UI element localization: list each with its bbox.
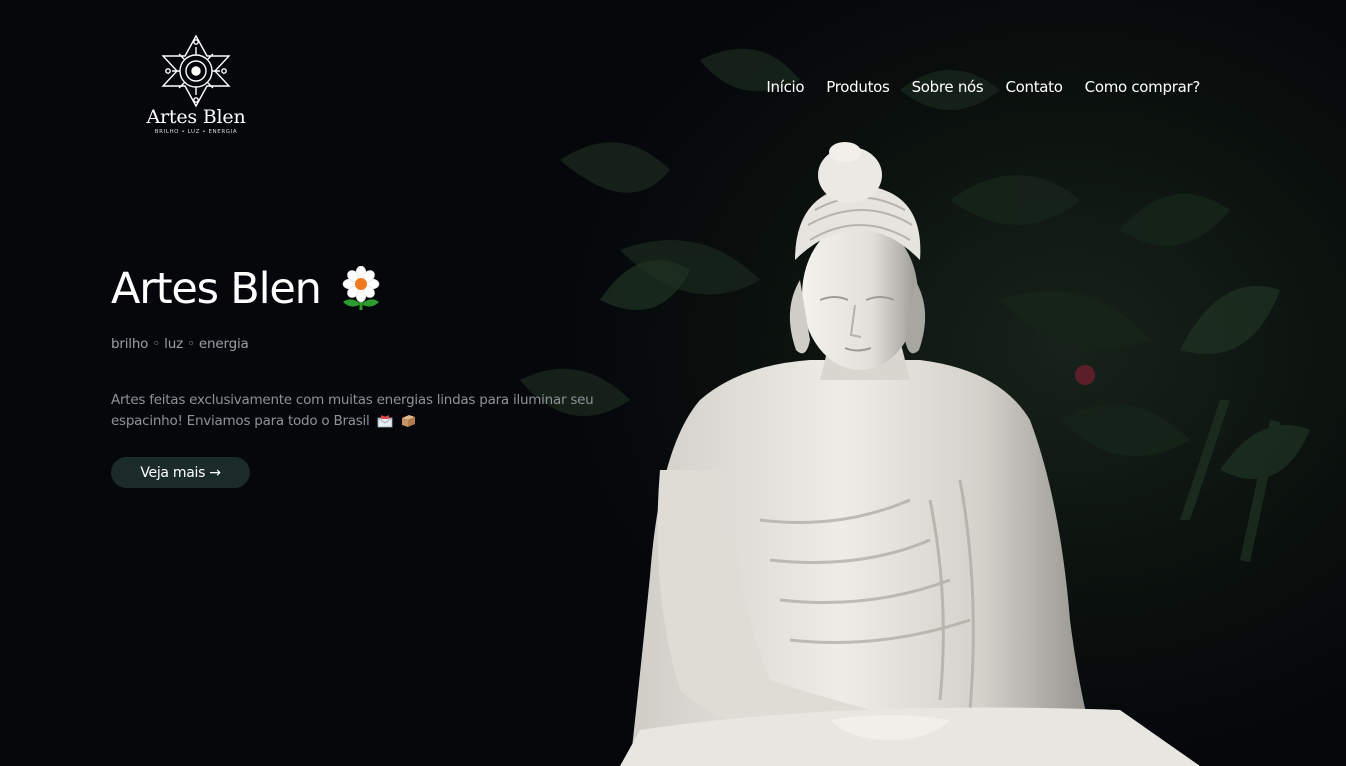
page: Artes Blen BRILHO • LUZ • ENERGIA Início… xyxy=(0,0,1346,766)
hero-title-row: Artes Blen xyxy=(111,262,381,316)
hero-description: Artes feitas exclusivamente com muitas e… xyxy=(111,390,631,432)
hero-description-text: Artes feitas exclusivamente com muitas e… xyxy=(111,392,594,429)
veja-mais-button[interactable]: Veja mais → xyxy=(111,457,250,488)
main-nav: Início Produtos Sobre nós Contato Como c… xyxy=(766,77,1200,97)
logo-name: Artes Blen xyxy=(146,106,246,128)
nav-item-sobre-nos[interactable]: Sobre nós xyxy=(912,77,984,97)
hero-title: Artes Blen xyxy=(111,264,322,314)
nav-item-como-comprar[interactable]: Como comprar? xyxy=(1085,77,1201,97)
logo-tagline: BRILHO • LUZ • ENERGIA xyxy=(154,129,238,135)
package-icon xyxy=(401,415,415,427)
envelope-icon xyxy=(377,415,393,428)
nav-item-inicio[interactable]: Início xyxy=(766,77,804,97)
brand-logo[interactable]: Artes Blen BRILHO • LUZ • ENERGIA xyxy=(140,34,252,138)
nav-item-contato[interactable]: Contato xyxy=(1005,77,1063,97)
flower-icon xyxy=(342,266,379,310)
mandala-logo-icon xyxy=(161,34,231,108)
hero-subtitle: brilho ◦ luz ◦ energia xyxy=(111,336,249,352)
nav-item-produtos[interactable]: Produtos xyxy=(826,77,890,97)
